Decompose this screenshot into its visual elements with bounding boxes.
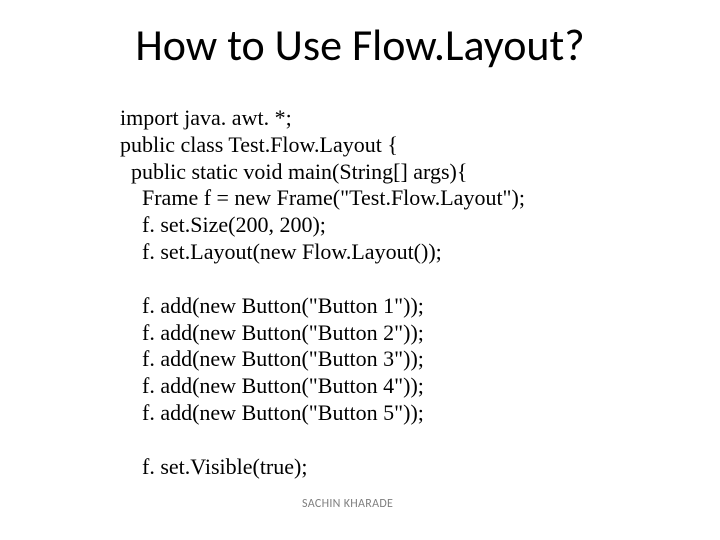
code-line: f. add(new Button("Button 3")); [120, 346, 424, 371]
code-line: public static void main(String[] args){ [120, 159, 467, 184]
code-line: Frame f = new Frame("Test.Flow.Layout"); [120, 185, 525, 210]
code-block: import java. awt. *; public class Test.F… [120, 105, 680, 481]
code-line: f. add(new Button("Button 4")); [120, 373, 424, 398]
code-line: f. set.Visible(true); [120, 454, 307, 479]
code-line: f. add(new Button("Button 2")); [120, 320, 424, 345]
slide: How to Use Flow.Layout? import java. awt… [0, 0, 720, 540]
code-line: f. set.Layout(new Flow.Layout()); [120, 239, 442, 264]
code-line: import java. awt. *; [120, 105, 292, 130]
code-line: public class Test.Flow.Layout { [120, 132, 398, 157]
slide-title: How to Use Flow.Layout? [0, 18, 720, 72]
code-line: f. add(new Button("Button 5")); [120, 400, 424, 425]
code-line: f. add(new Button("Button 1")); [120, 293, 424, 318]
code-line: f. set.Size(200, 200); [120, 212, 326, 237]
attribution: SACHIN KHARADE [302, 497, 393, 511]
